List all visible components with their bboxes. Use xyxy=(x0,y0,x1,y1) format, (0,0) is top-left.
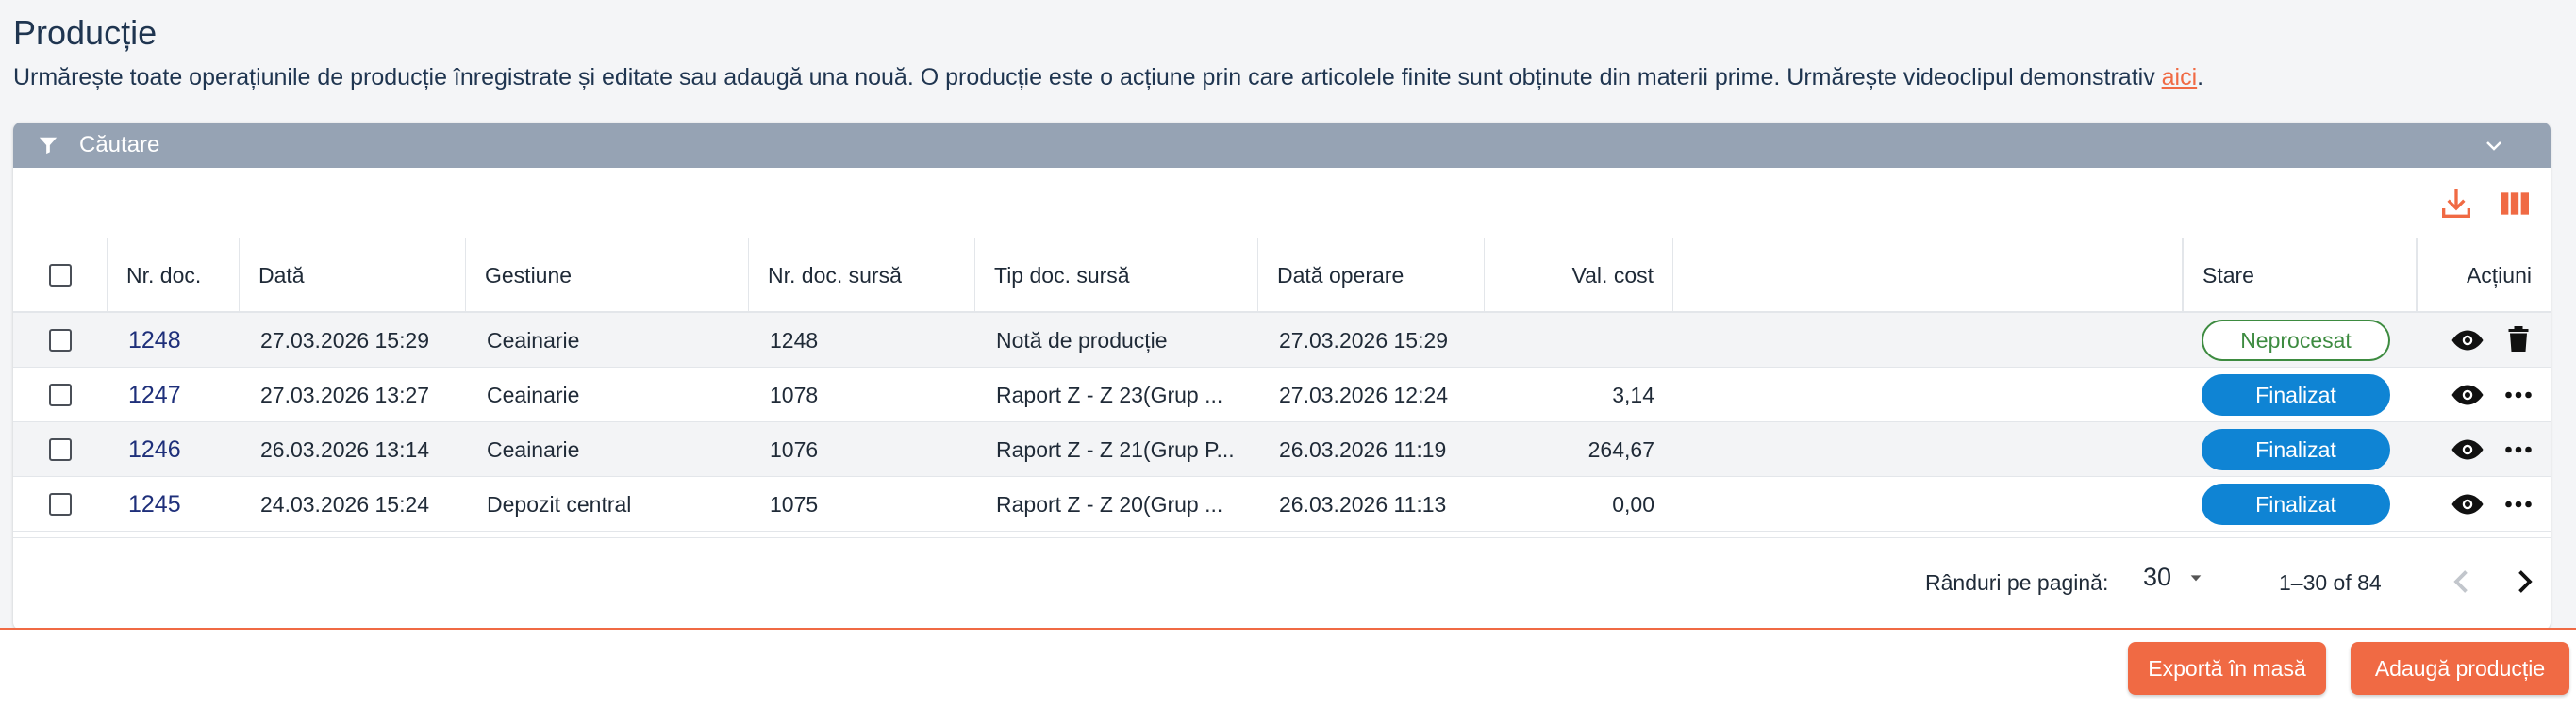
rows-per-page-select[interactable]: 30 xyxy=(2143,563,2203,592)
row-data: 24.03.2026 15:24 xyxy=(260,491,430,517)
row-nr-doc[interactable]: 1245 xyxy=(128,477,181,532)
export-bulk-button[interactable]: Exportă în masă xyxy=(2128,642,2326,695)
table-row[interactable]: 1248 27.03.2026 15:29 Ceainarie 1248 Not… xyxy=(13,313,2551,368)
row-tip-doc-sursa: Raport Z - Z 21(Grup P... xyxy=(996,436,1235,462)
row-tip-doc-sursa: Raport Z - Z 23(Grup ... xyxy=(996,382,1223,407)
chevron-down-icon xyxy=(2486,141,2501,151)
action-bar: Exportă în masă Adaugă producție xyxy=(0,630,2576,707)
rows-per-page-label: Rânduri pe pagină: xyxy=(1925,570,2109,595)
row-val-cost: 3,14 xyxy=(1612,382,1654,407)
row-nr-doc[interactable]: 1246 xyxy=(128,422,181,477)
row-data: 27.03.2026 13:27 xyxy=(260,382,430,407)
search-label: Căutare xyxy=(79,132,160,157)
row-checkbox[interactable] xyxy=(49,438,72,461)
col-data[interactable]: Dată xyxy=(240,238,466,312)
page-title: Producție xyxy=(13,13,158,52)
page-description: Urmărește toate operațiunile de producți… xyxy=(13,64,2203,91)
row-nr-doc-sursa: 1078 xyxy=(770,382,819,407)
row-data: 27.03.2026 15:29 xyxy=(260,327,430,353)
row-data-operare: 27.03.2026 12:24 xyxy=(1279,382,1449,407)
row-checkbox[interactable] xyxy=(49,493,72,516)
status-badge: Finalizat xyxy=(2202,484,2390,525)
row-gestiune: Ceainarie xyxy=(487,436,580,462)
table-body: 1248 27.03.2026 15:29 Ceainarie 1248 Not… xyxy=(13,313,2551,535)
row-actions xyxy=(2451,422,2535,477)
col-stare[interactable]: Stare xyxy=(2183,238,2417,312)
eye-icon[interactable] xyxy=(2451,433,2485,467)
caret-down-icon xyxy=(2190,574,2202,581)
row-actions xyxy=(2451,477,2535,532)
row-stare: Finalizat xyxy=(2202,422,2390,477)
row-nr-doc[interactable]: 1247 xyxy=(128,368,181,422)
more-icon[interactable] xyxy=(2501,487,2535,521)
production-card: Căutare Nr. doc. Dată Gestiune Nr. doc. … xyxy=(13,123,2551,630)
col-nr-doc[interactable]: Nr. doc. xyxy=(108,238,240,312)
col-tip-doc-sursa[interactable]: Tip doc. sursă xyxy=(975,238,1258,312)
row-data-operare: 27.03.2026 15:29 xyxy=(1279,327,1449,353)
table-row[interactable]: 1246 26.03.2026 13:14 Ceainarie 1076 Rap… xyxy=(13,422,2551,477)
row-actions xyxy=(2451,368,2535,422)
row-select-cell xyxy=(49,422,72,477)
row-stare: Neprocesat xyxy=(2202,313,2390,368)
select-all-cell xyxy=(13,238,108,312)
row-checkbox[interactable] xyxy=(49,329,72,352)
table-toolbar xyxy=(2437,185,2534,222)
row-nr-doc-sursa: 1076 xyxy=(770,436,819,462)
row-select-cell xyxy=(49,368,72,422)
more-icon[interactable] xyxy=(2501,378,2535,412)
table-row[interactable]: 1247 27.03.2026 13:27 Ceainarie 1078 Rap… xyxy=(13,368,2551,422)
description-text: Urmărește toate operațiunile de producți… xyxy=(13,64,2162,90)
add-production-button[interactable]: Adaugă producție xyxy=(2351,642,2569,695)
col-nr-doc-sursa[interactable]: Nr. doc. sursă xyxy=(749,238,975,312)
row-gestiune: Depozit central xyxy=(487,491,632,517)
row-select-cell xyxy=(49,313,72,368)
row-val-cost: 0,00 xyxy=(1612,491,1654,517)
row-val-cost: 264,67 xyxy=(1587,436,1654,462)
production-page: Producție Urmărește toate operațiunile d… xyxy=(0,0,2576,707)
row-tip-doc-sursa: Notă de producție xyxy=(996,327,1168,353)
pagination-range: 1–30 of 84 xyxy=(2279,570,2382,595)
rows-per-page-value: 30 xyxy=(2143,563,2172,591)
row-nr-doc-sursa: 1075 xyxy=(770,491,819,517)
eye-icon[interactable] xyxy=(2451,378,2485,412)
table-row[interactable]: 1245 24.03.2026 15:24 Depozit central 10… xyxy=(13,477,2551,532)
col-spacer xyxy=(1673,238,2183,312)
row-data: 26.03.2026 13:14 xyxy=(260,436,430,462)
row-val-cost xyxy=(1485,313,1654,368)
trash-icon[interactable] xyxy=(2501,323,2535,357)
row-select-cell xyxy=(49,477,72,532)
row-gestiune: Ceainarie xyxy=(487,382,580,407)
columns-icon[interactable] xyxy=(2496,185,2534,222)
table-header: Nr. doc. Dată Gestiune Nr. doc. sursă Ti… xyxy=(13,238,2551,313)
status-badge: Finalizat xyxy=(2202,374,2390,416)
row-tip-doc-sursa: Raport Z - Z 20(Grup ... xyxy=(996,491,1223,517)
row-actions xyxy=(2451,313,2535,368)
status-badge: Finalizat xyxy=(2202,429,2390,470)
eye-icon[interactable] xyxy=(2451,323,2485,357)
row-nr-doc[interactable]: 1248 xyxy=(128,313,181,368)
filter-icon xyxy=(39,137,58,155)
row-data-operare: 26.03.2026 11:19 xyxy=(1279,436,1447,462)
prev-page-icon[interactable] xyxy=(2445,563,2479,600)
next-page-icon[interactable] xyxy=(2507,563,2541,600)
row-stare: Finalizat xyxy=(2202,368,2390,422)
row-gestiune: Ceainarie xyxy=(487,327,580,353)
row-nr-doc-sursa: 1248 xyxy=(770,327,819,353)
more-icon[interactable] xyxy=(2501,433,2535,467)
select-all-checkbox[interactable] xyxy=(48,264,72,287)
row-data-operare: 26.03.2026 11:13 xyxy=(1279,491,1447,517)
download-icon[interactable] xyxy=(2437,185,2475,222)
row-checkbox[interactable] xyxy=(49,384,72,406)
col-data-operare[interactable]: Dată operare xyxy=(1258,238,1485,312)
eye-icon[interactable] xyxy=(2451,487,2485,521)
col-val-cost[interactable]: Val. cost xyxy=(1485,238,1673,312)
col-gestiune[interactable]: Gestiune xyxy=(466,238,749,312)
col-actiuni: Acțiuni xyxy=(2417,238,2551,312)
search-panel-toggle[interactable]: Căutare xyxy=(13,123,2551,168)
row-stare: Finalizat xyxy=(2202,477,2390,532)
description-end: . xyxy=(2197,64,2204,90)
demo-video-link[interactable]: aici xyxy=(2162,64,2198,90)
table-pagination: Rânduri pe pagină: 30 1–30 of 84 xyxy=(13,537,2551,630)
status-badge: Neprocesat xyxy=(2202,320,2390,361)
